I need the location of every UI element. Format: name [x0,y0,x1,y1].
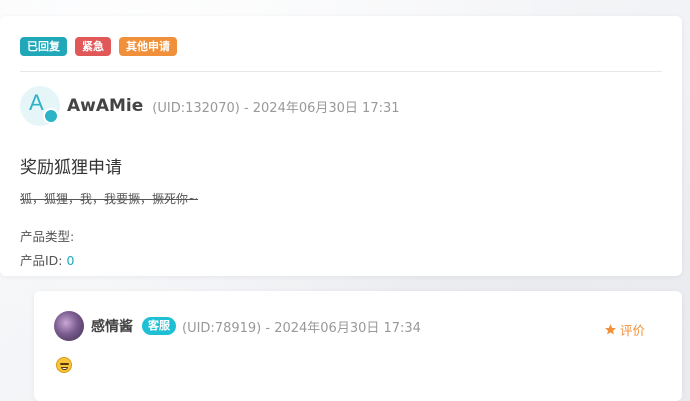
avatar[interactable]: A [20,86,60,126]
grinning-face-emoji-icon [56,357,72,373]
avatar-letter: A [29,90,44,115]
post-body: 狐，狐狸，我，我要撅，撅死你~ [20,192,199,206]
post-meta: (UID:132070) - 2024年06月30日 17:31 [152,100,400,116]
reply-author-row: 感情酱 客服 (UID:78919) - 2024年06月30日 17:34 [54,311,421,341]
divider [20,71,662,72]
reply-meta: (UID:78919) - 2024年06月30日 17:34 [182,320,421,336]
product-id-field: 产品ID: 0 [20,250,74,269]
status-badge-urgent: 紧急 [75,37,111,56]
status-badge-replied: 已回复 [20,37,67,56]
product-type-field: 产品类型: [20,226,74,245]
post-title: 奖励狐狸申请 [20,158,122,178]
product-id-value: 0 [66,253,75,268]
category-badge: 其他申请 [119,37,177,56]
avatar-badge-icon [43,108,59,124]
staff-badge: 客服 [142,317,176,335]
avatar[interactable] [54,311,84,341]
reply-card: 感情酱 客服 (UID:78919) - 2024年06月30日 17:34 评… [34,291,682,401]
rate-button[interactable]: 评价 [604,320,645,339]
reply-author-name[interactable]: 感情酱 [91,316,133,336]
ticket-tags: 已回复 紧急 其他申请 [20,37,177,56]
product-id-label: 产品ID: [20,253,67,268]
ticket-card: 已回复 紧急 其他申请 A AwAMie (UID:132070) - 2024… [0,16,682,276]
author-name[interactable]: AwAMie [67,96,143,116]
product-type-label: 产品类型: [20,229,75,244]
post-author-row: A AwAMie (UID:132070) - 2024年06月30日 17:3… [20,86,400,126]
star-icon [605,324,616,335]
rate-label: 评价 [620,323,646,338]
